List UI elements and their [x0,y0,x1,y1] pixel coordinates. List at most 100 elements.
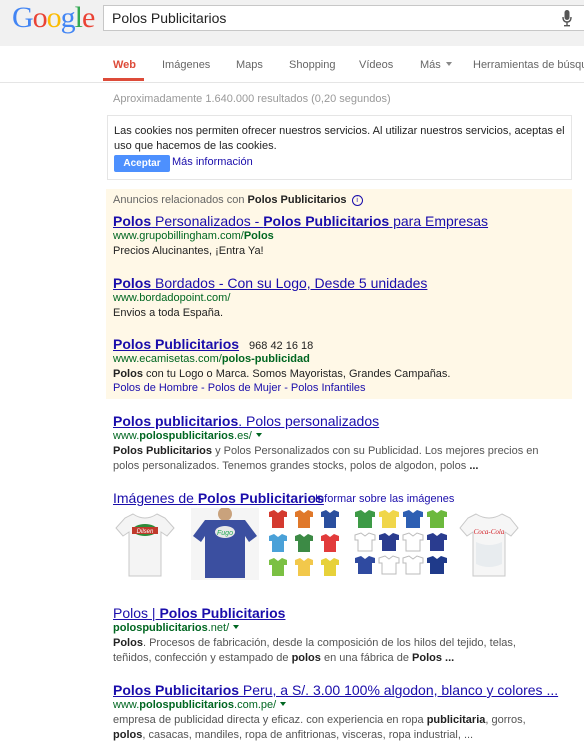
image-thumbnail[interactable]: Dilsen [113,508,177,580]
ad-title-row: Polos Publicitarios 968 42 16 18 [113,336,313,352]
result-title-part: Polos publicitarios [113,413,239,429]
ad-title[interactable]: Polos Personalizados - Polos Publicitari… [113,213,488,229]
tshirt-logo-text: Dilsen [137,529,154,535]
tab-images[interactable]: Imágenes [162,59,210,71]
ads-block: Anuncios relacionados con Polos Publicit… [106,189,572,399]
ad-sitelinks[interactable]: Polos de Hombre - Polos de Mujer - Polos… [113,382,366,394]
result-stats: Aproximadamente 1.640.000 resultados (0,… [113,93,391,105]
ad-url-part: www.ecamisetas.com/ [113,353,222,365]
result-url: polospublicitarios.net/ [113,622,240,634]
snippet-text: teñidos, confección y estampado de [113,652,292,664]
url-options-icon[interactable] [233,625,240,629]
result-title-part: Polos | [113,605,160,621]
snippet-bold: polos [113,729,143,741]
tab-web[interactable]: Web [113,59,136,71]
snippet-text: , gorros, [485,714,526,726]
snippet-text: empresa de publicidad directa y eficaz. … [113,714,427,726]
ad-snippet-bold: Polos [113,368,143,380]
logo-letter: o [46,1,62,34]
image-thumbnail[interactable]: Fugo [191,507,259,580]
result-title-part: . Polos personalizados [238,413,380,429]
logo-letter: e [82,1,95,34]
ad-title-part: Bordados - Con su Logo, Desde 5 unidades [151,275,428,291]
ad-title-part: Polos Publicitarios [113,336,240,352]
tab-maps[interactable]: Maps [236,59,263,71]
snippet-bold: Polos Publicitarios [113,445,213,457]
images-heading-part: Polos Publicitarios [197,490,324,506]
ad-url-part: polos-publicidad [221,353,310,365]
cookie-notice: Las cookies nos permiten ofrecer nuestro… [107,115,572,180]
snippet-bold: Polos ... [412,652,455,664]
snippet-line: Polos. Procesos de fabricación, desde la… [113,636,573,651]
result-title[interactable]: Polos Publicitarios Peru, a S/. 3.00 100… [113,682,558,698]
snippet-text: en una fábrica de [320,652,413,664]
ad-phone: 968 42 16 18 [249,340,314,352]
images-heading-part: Imágenes de [113,490,198,506]
ad-snippet: Envios a toda España. [113,307,224,319]
ad-title[interactable]: Polos Bordados - Con su Logo, Desde 5 un… [113,275,427,291]
result-url: www.polospublicitarios.es/ [113,430,262,442]
ad-url: www.ecamisetas.com/polos-publicidad [113,353,310,365]
result-url-part: polospublicitarios [113,622,208,634]
ad-title[interactable]: Polos Publicitarios [113,336,239,352]
result-url-part: .net/ [207,622,230,634]
chevron-down-icon [445,62,452,66]
coca-cola-tshirt-image: Coca-Cola [459,513,519,577]
image-thumbnail[interactable] [265,508,345,580]
tab-shopping[interactable]: Shopping [289,59,336,71]
accept-cookies-button[interactable]: Aceptar [114,155,170,172]
result-title-part: Peru, a S/. 3.00 100% algodon, blanco y … [239,682,559,698]
result-url: www.polospublicitarios.com.pe/ [113,699,287,711]
tshirt-logo-text: Coca-Cola [474,528,505,536]
image-thumbnail[interactable] [353,508,449,580]
images-heading[interactable]: Imágenes de Polos Publicitarios [113,490,324,506]
separator: - [310,493,314,505]
ad-snippet: Precios Alucinantes, ¡Entra Ya! [113,245,264,257]
result-title[interactable]: Polos | Polos Publicitarios [113,605,285,621]
search-input[interactable] [112,10,532,26]
snippet-line: Polos Publicitarios y Polos Personalizad… [113,444,573,459]
result-title-part: Polos Publicitarios [113,682,240,698]
colored-tshirts-image [269,510,339,576]
tab-more-label: Más [420,59,441,71]
tshirt-image: Dilsen [115,513,175,577]
ad-snippet-text: con tu Logo o Marca. Somos Mayoristas, G… [142,368,451,380]
snippet-bold: publicitaria [426,714,486,726]
tab-search-tools[interactable]: Herramientas de búsqu [473,59,584,71]
ad-title-part: Polos [113,275,152,291]
result-title-part: Polos Publicitarios [159,605,286,621]
snippet-line: polos, casacas, mandiles, ropa de anfitr… [113,728,573,743]
mixed-tshirts-image [354,510,447,575]
ad-url-part: Polos [243,230,274,242]
more-info-link[interactable]: Más información [172,156,253,168]
tab-more[interactable]: Más [420,59,452,71]
ad-title-part: Polos [113,213,152,229]
snippet-text: polos personalizados. Tenemos grandes st… [113,460,470,472]
snippet-text: y Polos Personalizados con su Publicidad… [212,445,539,457]
top-bar: Google [0,0,584,47]
search-box[interactable] [103,5,584,31]
url-options-icon[interactable] [280,702,287,706]
snippet-line: teñidos, confección y estampado de polos… [113,651,573,666]
snippet-bold: Polos [113,637,143,649]
tab-videos[interactable]: Vídeos [359,59,393,71]
result-title[interactable]: Polos publicitarios. Polos personalizado… [113,413,379,429]
microphone-icon[interactable] [562,10,572,27]
report-images-link[interactable]: Informar sobre las imágenes [315,493,454,505]
search-tabs: Web Imágenes Maps Shopping Vídeos Más He… [0,46,584,83]
logo-letter: G [12,1,34,34]
url-options-icon[interactable] [255,433,262,437]
ad-title-part: para Empresas [389,213,489,229]
tshirt-logo-text: Fugo [217,530,233,537]
image-thumbnail[interactable]: Coca-Cola [458,508,520,580]
info-icon[interactable]: i [351,195,363,206]
cookie-text: Las cookies nos permiten ofrecer nuestro… [114,125,565,152]
snippet-line: empresa de publicidad directa y eficaz. … [113,713,573,728]
result-url-part: www. [113,430,140,442]
logo-letter: l [74,1,83,34]
ad-title-part: Personalizados - [151,213,264,229]
ad-title-part: Polos Publicitarios [263,213,390,229]
google-logo[interactable]: Google [12,1,95,35]
logo-letter: o [32,1,48,34]
ad-snippet: Polos con tu Logo o Marca. Somos Mayoris… [113,367,451,382]
